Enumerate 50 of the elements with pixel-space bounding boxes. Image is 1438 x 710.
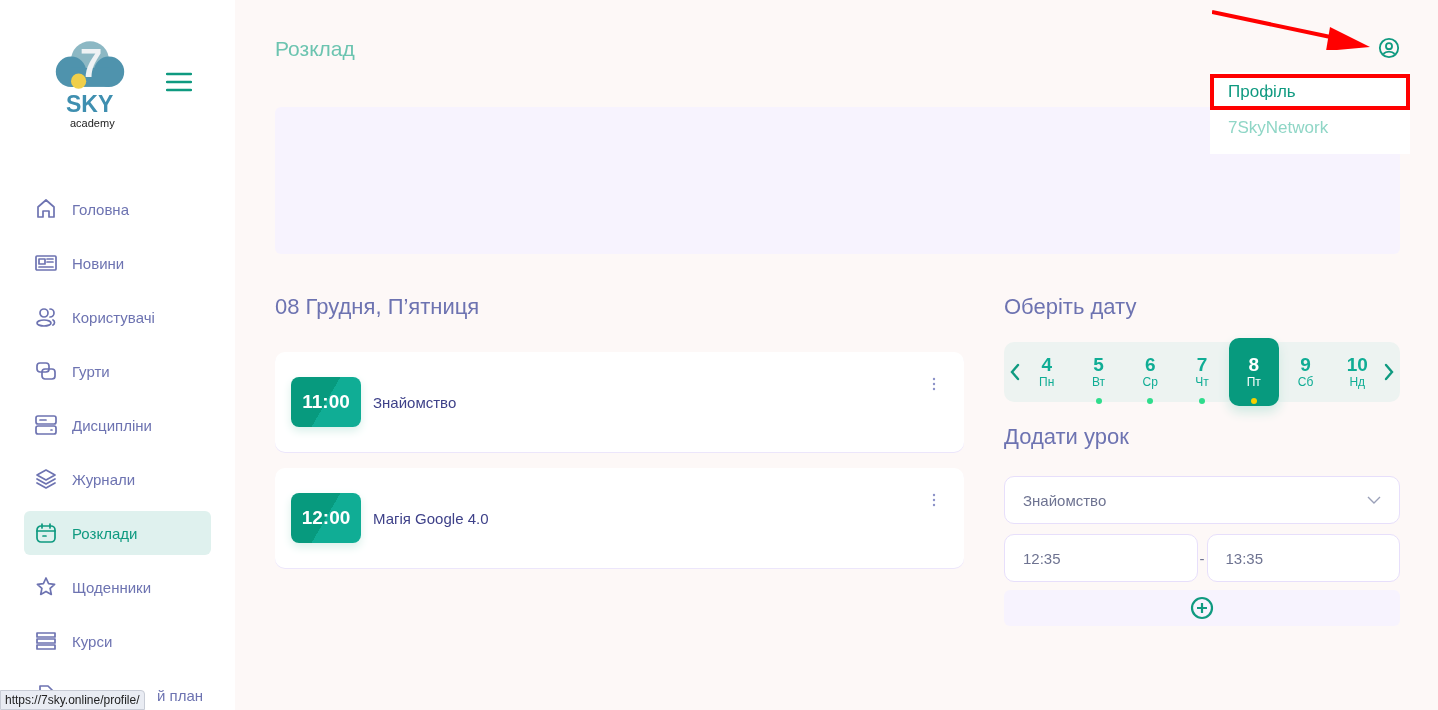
lesson-card[interactable]: 12:00 Магія Google 4.0	[275, 468, 964, 568]
list-icon	[34, 629, 58, 653]
sidebar-item[interactable]: Гурти	[24, 349, 211, 393]
users-icon	[34, 305, 58, 329]
more-options-icon[interactable]	[932, 377, 936, 391]
start-time-field[interactable]: 12:35	[1004, 534, 1198, 582]
time-separator: -	[1199, 549, 1205, 567]
sidebar-item[interactable]: Журнали	[24, 457, 211, 501]
caret-icon	[1367, 496, 1381, 504]
menu-icon[interactable]	[166, 72, 192, 92]
time-badge: 11:00	[291, 377, 361, 427]
lesson-select[interactable]: Знайомство	[1004, 476, 1400, 524]
sidebar-item[interactable]: Головна	[24, 187, 211, 231]
add-icon[interactable]	[1190, 596, 1214, 620]
logo-name: SKY	[66, 91, 114, 118]
date-item[interactable]: 6 Ср	[1125, 338, 1176, 406]
time-badge: 12:00	[291, 493, 361, 543]
date-item[interactable]: 8 Пт	[1228, 338, 1279, 406]
logo-subtitle: academy	[70, 117, 115, 129]
date-item[interactable]: 9 Сб	[1280, 338, 1331, 406]
lesson-name: Знайомство	[373, 393, 457, 411]
stacked-boxes-icon	[34, 359, 58, 383]
sidebar-item[interactable]: Щоденники	[24, 565, 211, 609]
user-profile-icon[interactable]	[1378, 37, 1400, 59]
date-picker-heading: Оберіть дату	[1004, 294, 1138, 321]
chevron-left-icon[interactable]	[1010, 363, 1020, 381]
lesson-card[interactable]: 11:00 Знайомство	[275, 352, 964, 452]
sidebar-item[interactable]: Розклади	[24, 511, 211, 555]
menu-item[interactable]: Профіль	[1210, 74, 1410, 110]
sidebar-item[interactable]: Користувачі	[24, 295, 211, 339]
calendar-icon	[34, 521, 58, 545]
date-item[interactable]: 7 Чт	[1177, 338, 1227, 406]
more-options-icon[interactable]	[932, 493, 936, 507]
lesson-name: Магія Google 4.0	[373, 509, 489, 527]
end-time-field[interactable]: 13:35	[1206, 534, 1400, 582]
house-icon	[34, 197, 58, 221]
server-icon	[34, 413, 58, 437]
sidebar-item[interactable]: Курси	[24, 619, 211, 663]
day-heading: 08 Грудня, П’ятниця	[275, 294, 481, 321]
add-lesson-heading: Додати урок	[1004, 424, 1130, 451]
date-item[interactable]: 5 Вт	[1073, 338, 1124, 406]
layers-icon	[34, 467, 58, 491]
date-item[interactable]: 4 Пн	[1021, 338, 1072, 406]
logo-number: 7	[80, 41, 103, 86]
date-item[interactable]: 10 Нд	[1332, 338, 1383, 406]
url-tooltip: https://7sky.online/profile/	[0, 690, 145, 710]
page-title: Розклад	[275, 36, 355, 61]
sidebar-item[interactable]: Дисципліни	[24, 403, 211, 447]
sidebar-item[interactable]: Новини	[24, 241, 211, 285]
chevron-right-icon[interactable]	[1384, 363, 1394, 381]
